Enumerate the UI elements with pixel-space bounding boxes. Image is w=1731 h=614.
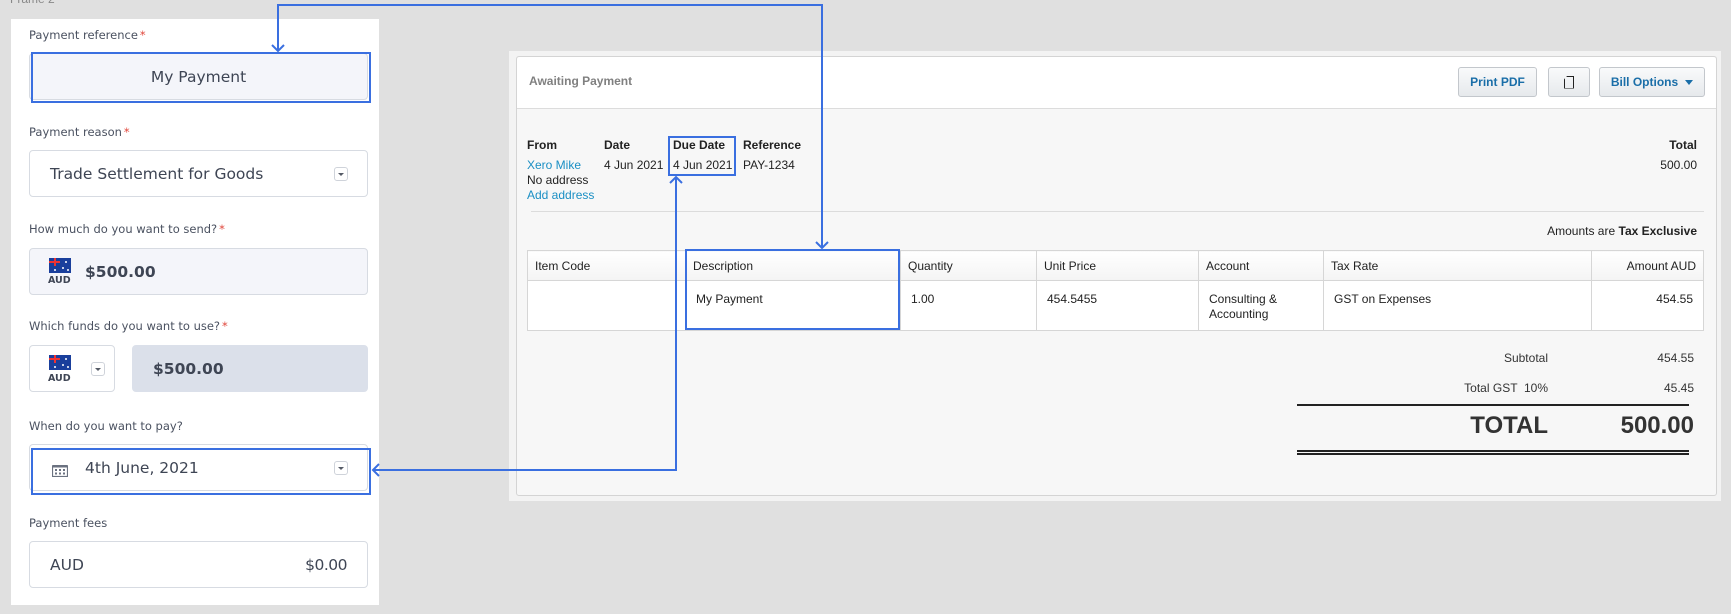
- connector-reference-to-description: [277, 4, 823, 248]
- annotation-connectors: [271, 4, 829, 477]
- connector-date-to-due-date: [373, 177, 677, 471]
